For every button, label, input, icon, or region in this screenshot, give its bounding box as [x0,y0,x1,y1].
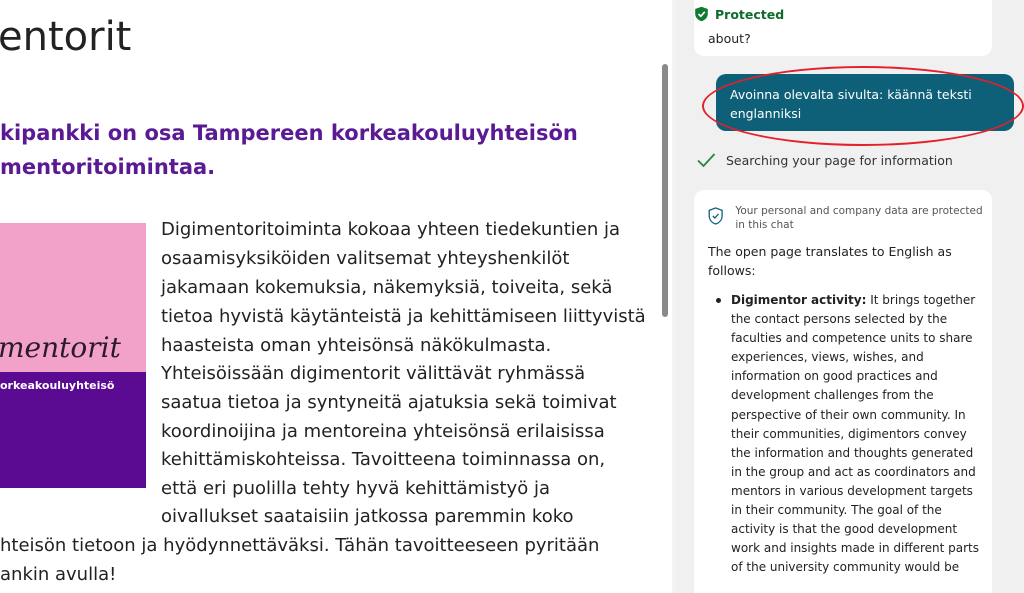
answer-line: of the university community would be [731,560,960,574]
protected-indicator: Protected [694,4,784,24]
shield-check-icon [695,6,708,22]
shield-lock-icon [708,207,723,225]
intro-line: kipankki on osa Tampereen korkeakouluyht… [0,121,578,145]
answer-bullet-title: Digimentor activity: [731,293,867,307]
protected-label: Protected [715,6,785,22]
digimentorit-logo: mentorit orkeakouluyhteisö [0,223,146,488]
logo-purple-block: orkeakouluyhteisö [0,372,146,488]
search-status-text: Searching your page for information [726,152,953,168]
checkmark-icon [697,153,716,168]
logo-pink-block: mentorit [0,223,146,372]
body-text-line: Yhteisöissään digimentorit välittävät ry… [161,363,586,384]
logo-wordmark: mentorit [0,331,121,364]
page-scrollbar[interactable] [662,64,668,317]
logo-subtitle: orkeakouluyhteisö [0,379,115,392]
body-text-line: hteisön tietoon ja hyödynnettäväksi. Täh… [0,535,600,556]
answer-line: the contact persons selected by the [731,312,948,326]
assistant-answer-card: Your personal and company data are prote… [694,190,992,593]
body-text-line: että eri puolilla tehty hyvä kehittämist… [161,478,550,499]
body-text-line: tietoa hyvistä käytänteistä ja kehittämi… [161,306,646,327]
body-text-line: saatua tietoa ja syntyneitä ajatuksia se… [161,392,617,413]
privacy-note-text: Your personal and company data are prote… [735,205,983,231]
intro-heading: kipankki on osa Tampereen korkeakouluyht… [0,116,640,184]
answer-line: perspective of their own community. In [731,408,966,422]
body-text-line: oivallukset saataisiin jatkossa paremmin… [161,506,574,527]
previous-message-text: about? [708,31,751,46]
answer-line: development challenges from the [731,388,934,402]
answer-line: work and insights made in different part… [731,541,980,555]
bullet-dot [716,298,721,303]
search-status: Searching your page for information [696,152,953,168]
body-text-line: koordinoijina ja mentoreina yhteisönsä e… [161,421,605,442]
answer-line: faculties and competence units to share [731,331,973,345]
user-message-bubble: Avoinna olevalta sivulta: käännä teksti … [716,74,1014,131]
body-text-line: osaamisyksiköiden valitsemat yhteyshenki… [161,248,570,269]
body-text-line: jakamaan kokemuksia, näkemyksiä, toiveit… [161,277,613,298]
answer-line: mentors in various development targets [731,484,973,498]
answer-line: activity is that the good development [731,522,958,536]
answer-line-text: It brings together [870,293,976,307]
body-text-line: kehittämiskohteissa. Tavoitteena toiminn… [161,449,606,470]
answer-line: experiences, views, wishes, and [731,350,924,364]
page-title: entorit [0,14,132,60]
copilot-sidebar: about? Protected Avoinna olevalta sivult… [676,0,1024,593]
body-text-line: ankin avulla! [0,564,117,585]
answer-line: information on good practices and [731,369,938,383]
privacy-note: Your personal and company data are prote… [706,204,984,232]
answer-line: Digimentor activity: It brings together [731,291,975,310]
body-text-line: Digimentoritoiminta kokoaa yhteen tiedek… [161,219,620,240]
answer-intro: The open page translates to English as f… [708,244,952,278]
intro-line: mentoritoimintaa. [0,155,216,179]
body-text-line: haasteista oman yhteisönsä näkökulmasta. [161,335,552,356]
answer-line: their communities, digimentors convey [731,427,967,441]
web-page: entorit kipankki on osa Tampereen korkea… [0,0,660,593]
answer-line: in the group and act as coordinators and [731,465,976,479]
answer-line: in their community. The goal of the [731,503,942,517]
answer-line: the information and thoughts generated [731,446,974,460]
